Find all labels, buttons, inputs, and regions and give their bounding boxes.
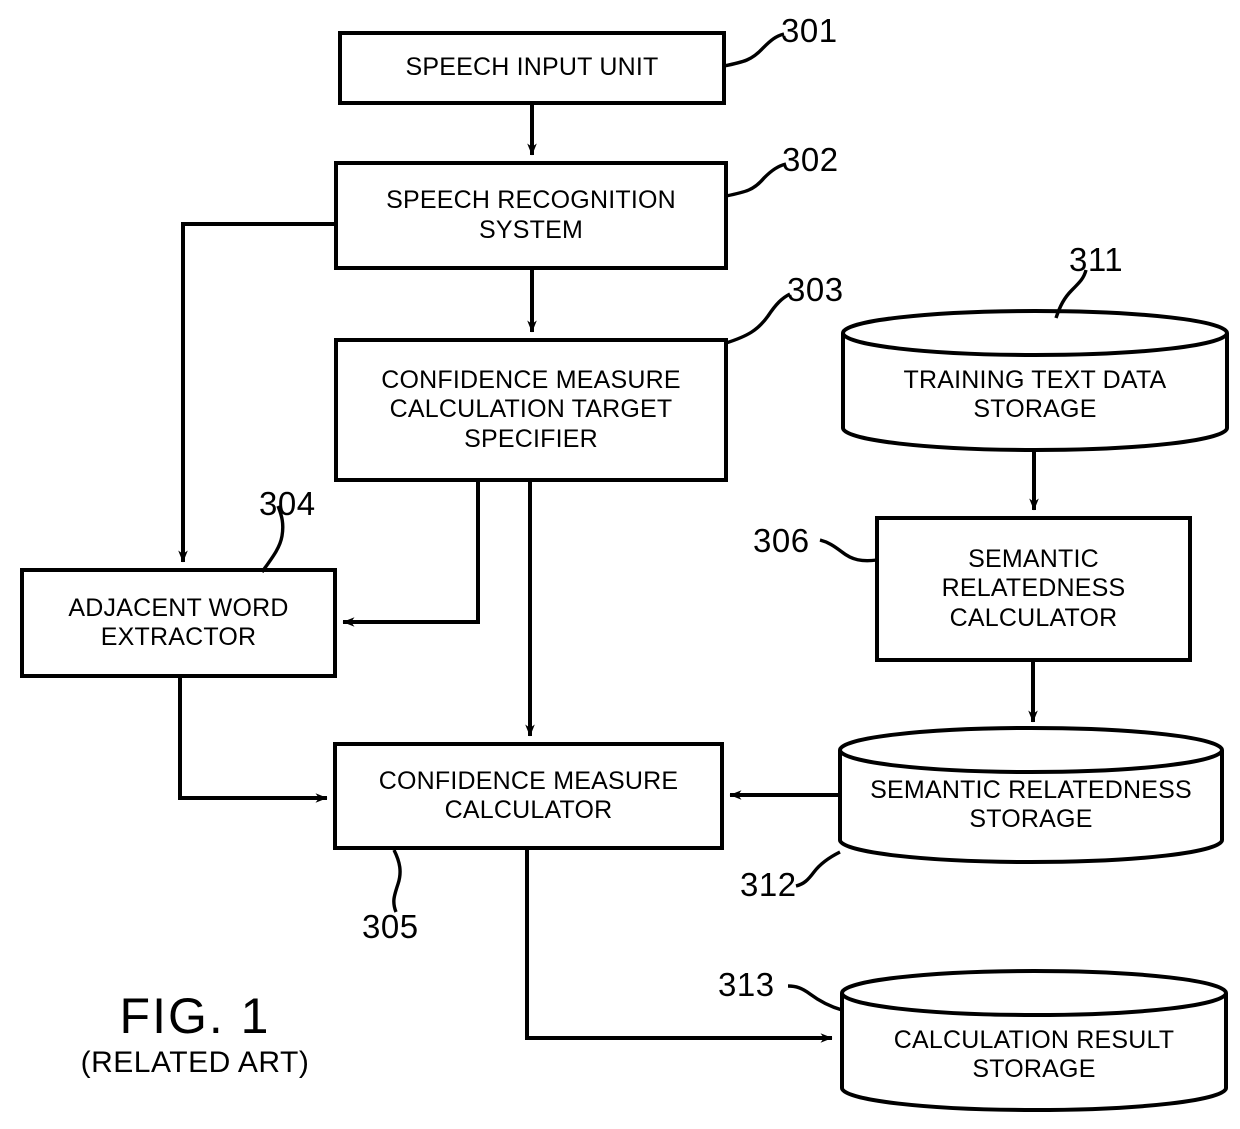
node-cylinder-semantic-relatedness-storage: [838, 726, 1224, 864]
reference-numeral-301: 301: [781, 12, 838, 49]
connector-target-specifier-to-adjacent-word-extractor: [342, 480, 480, 627]
node-box-speech-input-unit: [338, 31, 726, 105]
node-box-confidence-measure-calculator: [333, 742, 724, 850]
reference-numeral-305: 305: [362, 908, 419, 945]
reference-numeral-303: 303: [787, 271, 844, 308]
leader-line-305: [392, 849, 402, 913]
node-box-semantic-relatedness-calculator: [875, 516, 1192, 662]
reference-numeral-312: 312: [740, 866, 797, 903]
leader-line-303: [725, 292, 791, 345]
node-box-adjacent-word-extractor: [20, 568, 337, 678]
figure-caption-sub: (RELATED ART): [80, 1045, 310, 1079]
leader-line-301: [723, 32, 785, 68]
reference-numeral-313: 313: [718, 966, 775, 1003]
leader-line-302: [725, 162, 787, 198]
node-cylinder-training-text-data-storage: [841, 309, 1229, 452]
node-box-target-specifier: [334, 338, 728, 482]
figure-caption-main: FIG. 1: [119, 988, 271, 1044]
leader-line-312: [795, 850, 841, 888]
reference-numeral-304: 304: [259, 485, 316, 522]
reference-numeral-311: 311: [1069, 241, 1124, 278]
figure-diagram-svg: [20, 31, 1229, 1112]
reference-numeral-302: 302: [782, 141, 839, 178]
figure-caption: FIG. 1 (RELATED ART): [30, 990, 360, 1078]
leader-line-313: [787, 984, 843, 1012]
connector-adjacent-word-extractor-to-confidence-calculator: [178, 676, 328, 803]
reference-numeral-306: 306: [753, 522, 810, 559]
node-cylinder-calculation-result-storage: [840, 969, 1228, 1112]
leader-line-306: [819, 538, 878, 563]
patent-figure: SPEECH INPUT UNIT SPEECH RECOGNITION SYS…: [0, 0, 1240, 1129]
node-box-speech-recognition-system: [334, 161, 728, 270]
